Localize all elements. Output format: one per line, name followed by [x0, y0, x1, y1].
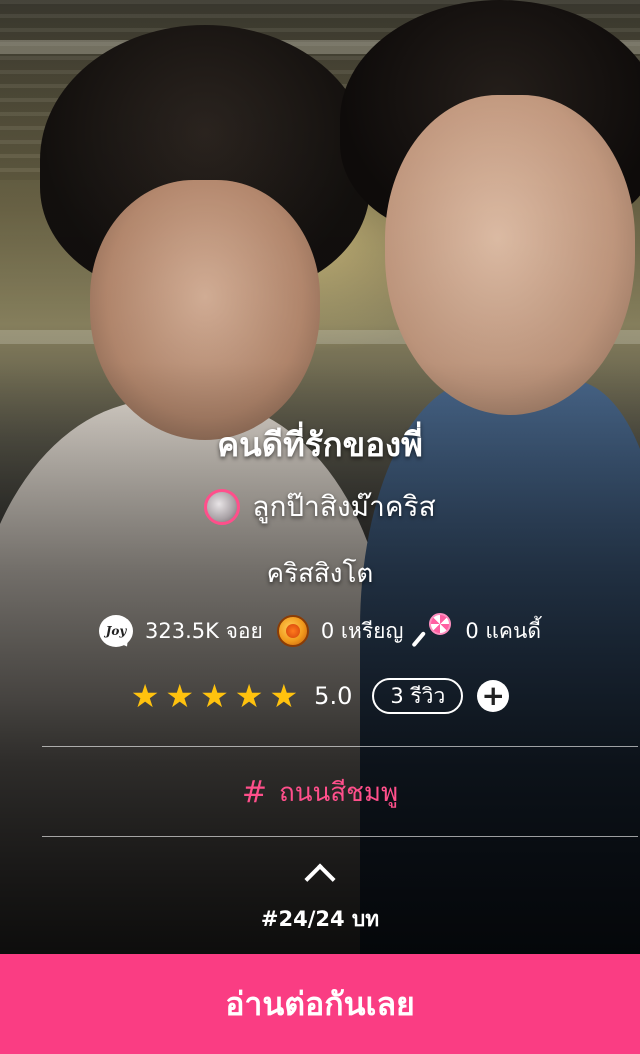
joy-count: 323.5K จอย [145, 618, 263, 643]
story-info-overlay: คนดีที่รักของพี่ ลูกป๊าสิงม๊าคริส คริสสิ… [0, 0, 640, 954]
stat-coins: 0 เหรียญ [276, 615, 404, 648]
coin-icon [276, 615, 309, 647]
reviews-button[interactable]: 3 รีวิว [372, 678, 464, 714]
rating-row: ★ ★ ★ ★ ★ 5.0 3 รีวิว + [0, 674, 640, 718]
plus-icon[interactable]: + [482, 680, 505, 712]
star-icon: ★ [269, 677, 299, 715]
candy-icon [411, 613, 453, 649]
episode-count: #24/24 บท [260, 907, 380, 931]
divider-bottom [42, 836, 638, 837]
read-now-button[interactable]: อ่านต่อกันเลย [0, 954, 640, 1054]
coin-count: 0 เหรียญ [320, 618, 404, 643]
star-icon: ★ [130, 677, 160, 715]
stats-row: Joy 323.5K จอย 0 เหรียญ 0 แคนดี้ [0, 612, 640, 650]
tag-link[interactable]: # ถนนสีชมพู [0, 765, 640, 819]
rating-stars: ★ ★ ★ ★ ★ [131, 680, 298, 712]
tag-label[interactable]: ถนนสีชมพู [279, 772, 398, 813]
chevron-up-icon[interactable] [304, 863, 336, 895]
author-avatar[interactable] [204, 489, 241, 525]
rating-value: 5.0 [314, 682, 353, 710]
stat-candy: 0 แคนดี้ [411, 613, 541, 649]
add-review-button[interactable]: + [477, 680, 510, 712]
hashtag-icon: # [241, 774, 268, 810]
story-subtitle: คริสสิงโต [266, 559, 374, 589]
stat-joy: Joy 323.5K จอย [99, 615, 263, 648]
joy-icon: Joy [99, 615, 134, 647]
divider-top [42, 746, 638, 747]
story-title: คนดีที่รักของพี่ [217, 425, 423, 464]
star-icon: ★ [165, 677, 195, 715]
star-icon: ★ [200, 677, 229, 715]
candy-count: 0 แคนดี้ [465, 618, 541, 643]
star-icon: ★ [234, 677, 264, 715]
author-name[interactable]: ลูกป๊าสิงม๊าคริส [252, 485, 435, 529]
reviews-label[interactable]: 3 รีวิว [390, 680, 445, 713]
author-row[interactable]: ลูกป๊าสิงม๊าคริส [0, 484, 640, 530]
